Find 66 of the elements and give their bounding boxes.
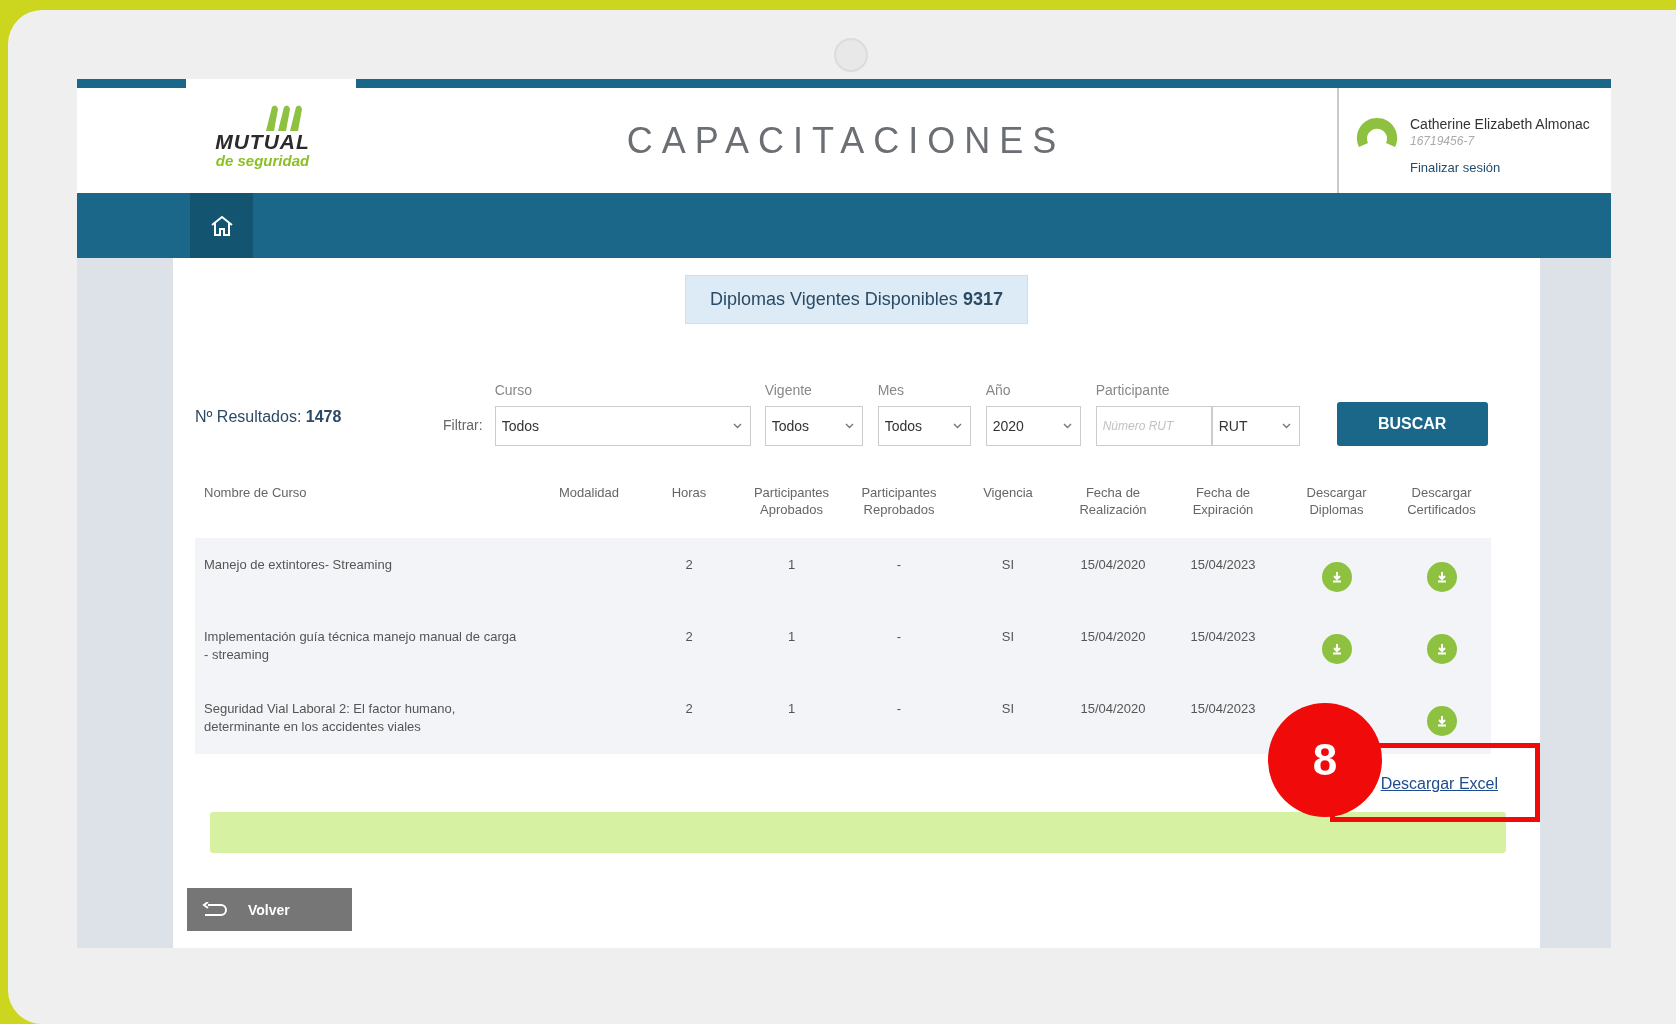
column-header: Fecha de Expiración bbox=[1191, 484, 1255, 518]
home-button[interactable] bbox=[190, 193, 253, 258]
page-title: CAPACITACIONES bbox=[625, 119, 1067, 162]
table-cell-text: 15/04/2020 bbox=[1079, 628, 1147, 646]
download-button[interactable] bbox=[1426, 562, 1457, 592]
table-cell-text: 2 bbox=[684, 700, 694, 718]
logo-text: MUTUAL bbox=[215, 130, 310, 153]
column-header: Modalidad bbox=[558, 484, 620, 501]
chevron-icon bbox=[952, 423, 962, 429]
dropdown-field[interactable]: Todos bbox=[877, 406, 971, 446]
table-cell-text: Seguridad Vial Laboral 2: El factor humano, determinante en los accidentes viales bbox=[203, 700, 457, 736]
table-cell-text: 2 bbox=[684, 556, 694, 574]
chevron-icon bbox=[844, 423, 854, 429]
field-label: Participante bbox=[1095, 382, 1171, 400]
table-cell-text: - bbox=[895, 700, 903, 718]
field-label: Año bbox=[985, 382, 1012, 400]
download-button[interactable] bbox=[1321, 562, 1352, 592]
table-cell-text: Implementación guía técnica manejo manual de carga - streaming bbox=[203, 628, 518, 664]
field-label: Vigente bbox=[764, 382, 813, 400]
column-header: Fecha de Realización bbox=[1078, 484, 1148, 518]
back-button[interactable]: Volver bbox=[187, 888, 352, 931]
summary-banner: Diplomas Vigentes Disponibles 9317 bbox=[685, 275, 1028, 324]
logo-subtitle: de seguridad bbox=[215, 152, 310, 168]
results-count: Nº Resultados: 1478 bbox=[195, 408, 343, 427]
field-label: Mes bbox=[877, 382, 906, 400]
column-header: Descargar Diplomas bbox=[1305, 484, 1368, 518]
column-header: Nombre de Curso bbox=[203, 484, 308, 501]
table-cell-text: 1 bbox=[786, 628, 797, 646]
table-cell-text: - bbox=[895, 628, 903, 646]
table-cell-text: SI bbox=[1000, 556, 1016, 574]
download-button[interactable] bbox=[1426, 706, 1457, 736]
table-cell-text: SI bbox=[1000, 628, 1016, 646]
table-cell-text: Manejo de extintores- Streaming bbox=[203, 556, 393, 574]
table-cell-text: 15/04/2023 bbox=[1189, 556, 1257, 574]
filter-label: Filtrar: bbox=[443, 417, 483, 435]
column-header: Horas bbox=[670, 484, 708, 501]
excel-download-link[interactable]: Descargar Excel bbox=[1380, 775, 1498, 793]
table-cell-text: - bbox=[895, 556, 903, 574]
table-cell-text: 15/04/2020 bbox=[1079, 700, 1147, 718]
chevron-icon bbox=[1062, 423, 1072, 429]
column-header: Participantes Reprobados bbox=[860, 484, 938, 518]
table-cell-text: 1 bbox=[786, 700, 797, 718]
table-cell-text: 2 bbox=[684, 628, 694, 646]
download-button[interactable] bbox=[1426, 634, 1457, 664]
download-button[interactable] bbox=[1321, 634, 1352, 664]
table-cell-text: 15/04/2020 bbox=[1079, 556, 1147, 574]
dropdown-field[interactable]: Todos bbox=[764, 406, 863, 446]
dropdown-field[interactable]: Todos bbox=[494, 406, 751, 446]
search-button[interactable]: BUSCAR bbox=[1336, 402, 1488, 446]
dropdown-field[interactable]: RUT bbox=[1211, 406, 1300, 446]
column-header: Participantes Aprobados bbox=[752, 484, 831, 518]
user-id: 16719456-7 bbox=[1410, 134, 1476, 148]
chevron-icon bbox=[1281, 423, 1291, 429]
user-name: Catherine Elizabeth Almonac bbox=[1410, 116, 1590, 132]
table-cell-text: 15/04/2023 bbox=[1189, 700, 1257, 718]
table-cell-text: 1 bbox=[786, 556, 797, 574]
logout-link[interactable]: Finalizar sesión bbox=[1410, 160, 1590, 175]
back-arrow-icon bbox=[202, 901, 228, 918]
table-cell-text: SI bbox=[1000, 700, 1016, 718]
input-field[interactable]: Número RUT bbox=[1095, 406, 1212, 446]
chevron-icon bbox=[732, 423, 742, 429]
table-cell-text: 15/04/2023 bbox=[1189, 628, 1257, 646]
dropdown-field[interactable]: 2020 bbox=[985, 406, 1081, 446]
field-label: Curso bbox=[494, 382, 534, 400]
column-header: Descargar Certificados bbox=[1406, 484, 1477, 518]
column-header: Vigencia bbox=[982, 484, 1034, 501]
